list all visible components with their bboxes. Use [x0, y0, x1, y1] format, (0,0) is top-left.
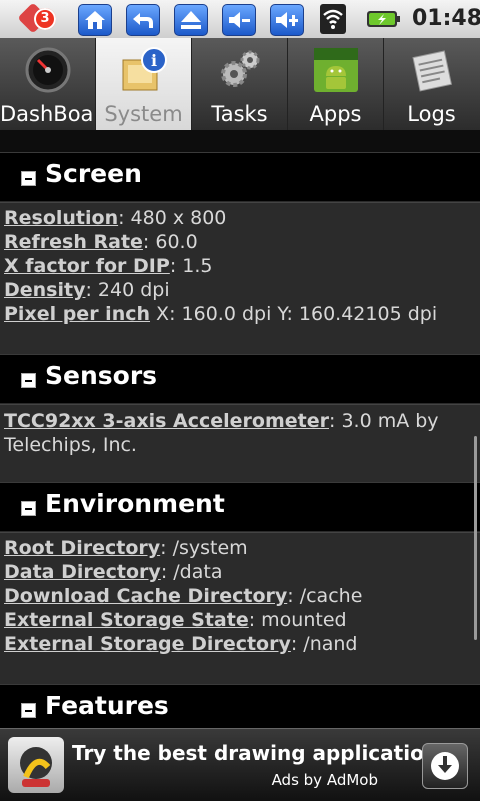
info-key[interactable]: Refresh Rate [4, 231, 143, 253]
wifi-icon [320, 4, 346, 34]
back-arrow-icon [133, 13, 153, 28]
info-key[interactable]: Pixel per inch [4, 303, 150, 325]
ad-download-button[interactable] [422, 743, 468, 789]
clock: 01:48 [412, 6, 480, 31]
info-value: 60.0 [149, 231, 198, 253]
info-value: X: 160.0 dpi Y: 160.42105 dpi [150, 303, 438, 325]
info-row-external-storage-state: External Storage State: mounted [4, 609, 347, 631]
info-row-x-factor: X factor for DIP: 1.5 [4, 255, 213, 277]
info-value: mounted [255, 609, 347, 631]
info-key[interactable]: Density [4, 279, 85, 301]
notification-count: 3 [34, 8, 56, 30]
info-row-accelerometer: TCC92xx 3-axis Accelerometer: 3.0 mA by … [4, 410, 439, 456]
info-value: /system [166, 537, 248, 559]
ad-headline: Try the best drawing application! [72, 741, 448, 765]
section-header-environment[interactable]: Environment [0, 482, 480, 532]
volume-up-icon [276, 12, 298, 28]
info-row-external-storage-directory: External Storage Directory: /nand [4, 633, 358, 655]
info-key[interactable]: External Storage State [4, 609, 249, 631]
section-title: Sensors [45, 361, 158, 390]
tab-label: Logs [407, 102, 456, 126]
gears-icon [221, 50, 260, 87]
info-key[interactable]: External Storage Directory [4, 633, 291, 655]
tab-dashboard[interactable]: DashBoard [0, 38, 96, 130]
ad-attribution: Ads by AdMob [271, 771, 378, 789]
ad-app-icon [8, 737, 64, 793]
section-title: Screen [45, 159, 142, 188]
logs-icon [412, 50, 452, 92]
info-value: 1.5 [176, 255, 213, 277]
tab-label: DashBoard [0, 102, 95, 126]
ad-banner[interactable]: Try the best drawing application! Ads by… [0, 728, 480, 801]
scrollbar-thumb[interactable] [474, 436, 477, 640]
tab-apps[interactable]: Apps [288, 38, 384, 130]
tab-label: Apps [309, 102, 362, 126]
collapse-icon[interactable] [21, 171, 36, 186]
info-value: /nand [297, 633, 358, 655]
info-key[interactable]: X factor for DIP [4, 255, 170, 277]
section-header-features[interactable]: Features [0, 684, 480, 734]
android-apps-icon [314, 48, 358, 92]
volume-up-button[interactable] [270, 4, 304, 36]
tab-label: System [104, 102, 183, 126]
volume-down-icon [229, 12, 250, 28]
tab-system[interactable]: i System [96, 38, 192, 130]
collapse-icon[interactable] [21, 703, 36, 718]
info-key[interactable]: TCC92xx 3-axis Accelerometer [4, 410, 329, 432]
info-row-density: Density: 240 dpi [4, 279, 170, 301]
tab-label: Tasks [211, 102, 268, 126]
svg-text:i: i [151, 51, 157, 70]
system-info-icon: i [122, 47, 167, 91]
section-header-sensors[interactable]: Sensors [0, 354, 480, 404]
section-body-screen: Resolution: 480 x 800 Refresh Rate: 60.0… [0, 202, 480, 355]
info-key[interactable]: Root Directory [4, 537, 160, 559]
info-value: 240 dpi [91, 279, 170, 301]
collapse-icon[interactable] [21, 373, 36, 388]
section-title: Features [45, 691, 169, 720]
tab-bar: DashBoard i System Tasks Apps Logs [0, 38, 480, 130]
info-value: /cache [293, 585, 363, 607]
info-row-download-cache: Download Cache Directory: /cache [4, 585, 363, 607]
back-button[interactable] [126, 4, 160, 36]
volume-down-button[interactable] [222, 4, 256, 36]
home-button[interactable] [78, 4, 112, 36]
info-key[interactable]: Data Directory [4, 561, 161, 583]
eject-icon [181, 11, 201, 29]
tab-logs[interactable]: Logs [384, 38, 479, 130]
scroll-top-edge [0, 130, 480, 153]
home-icon [85, 11, 105, 29]
collapse-icon[interactable] [21, 501, 36, 516]
info-key[interactable]: Download Cache Directory [4, 585, 287, 607]
section-title: Environment [45, 489, 225, 518]
speedometer-icon [25, 47, 71, 93]
status-bar: 3 01:48 [0, 0, 480, 39]
info-value: /data [167, 561, 223, 583]
section-header-screen[interactable]: Screen [0, 152, 480, 202]
eject-button[interactable] [174, 4, 208, 36]
info-value: 480 x 800 [124, 207, 227, 229]
info-row-root-directory: Root Directory: /system [4, 537, 248, 559]
tab-tasks[interactable]: Tasks [192, 38, 288, 130]
info-row-pixel-per-inch: Pixel per inch X: 160.0 dpi Y: 160.42105… [4, 303, 437, 325]
notification-badge[interactable]: 3 [17, 2, 56, 36]
info-row-data-directory: Data Directory: /data [4, 561, 223, 583]
download-icon [431, 752, 459, 780]
section-body-environment: Root Directory: /system Data Directory: … [0, 532, 480, 685]
section-body-sensors: TCC92xx 3-axis Accelerometer: 3.0 mA by … [0, 404, 480, 483]
battery-charging-icon [366, 4, 400, 34]
info-key[interactable]: Resolution [4, 207, 118, 229]
info-row-resolution: Resolution: 480 x 800 [4, 207, 227, 229]
info-row-refresh-rate: Refresh Rate: 60.0 [4, 231, 198, 253]
